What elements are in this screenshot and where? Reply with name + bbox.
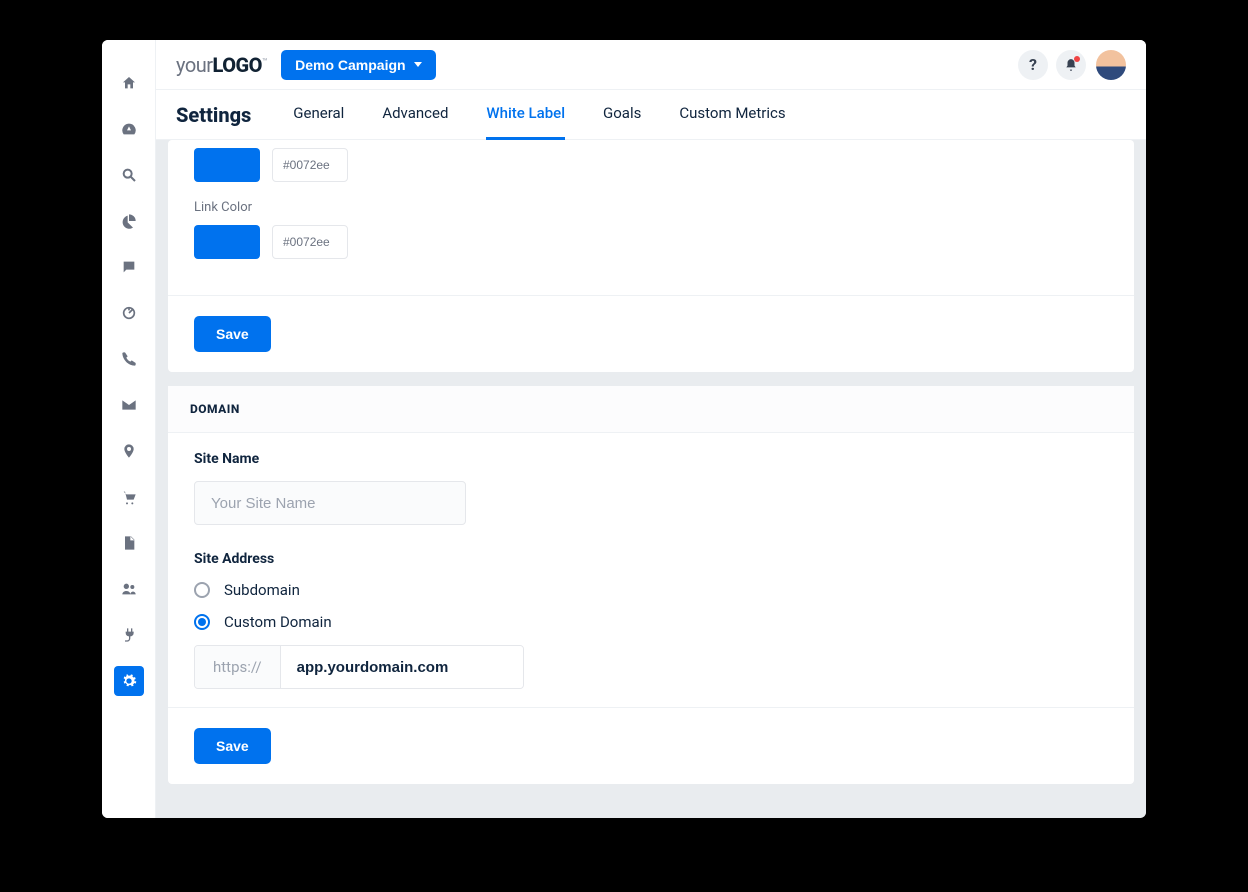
tab-goals[interactable]: Goals [603,90,641,140]
sidebar-item-analytics[interactable] [114,206,144,236]
sidebar-item-target[interactable] [114,298,144,328]
logo-tm: ™ [262,57,267,67]
tabbar: Settings General Advanced White Label Go… [156,90,1146,140]
help-icon: ? [1029,55,1037,74]
campaign-selector-label: Demo Campaign [295,57,405,73]
sidebar-item-chat[interactable] [114,252,144,282]
sidebar-item-dashboard[interactable] [114,114,144,144]
tab-advanced[interactable]: Advanced [382,90,448,140]
protocol-prefix: https:// [195,646,281,688]
sidebar-item-users[interactable] [114,574,144,604]
sidebar-item-search[interactable] [114,160,144,190]
notification-dot [1074,56,1080,62]
colors-card: Link Color Save [168,140,1134,372]
envelope-icon [121,397,137,413]
radio-subdomain[interactable]: Subdomain [194,581,1108,599]
save-domain-button[interactable]: Save [194,728,271,764]
gauge-icon [121,121,137,137]
chat-icon [121,259,137,275]
avatar[interactable] [1096,50,1126,80]
search-icon [121,167,137,183]
gear-icon [121,673,137,689]
pin-icon [121,443,137,459]
domain-input-group: https:// [194,645,524,689]
domain-card: DOMAIN Site Name Site Address Subdomain … [168,386,1134,784]
domain-card-header: DOMAIN [168,386,1134,433]
site-name-label: Site Name [194,451,1108,467]
tab-white-label[interactable]: White Label [486,90,565,140]
home-icon [121,75,137,91]
sidebar-item-cart[interactable] [114,482,144,512]
topbar: yourLOGO™ Demo Campaign ? [156,40,1146,90]
link-color-input[interactable] [272,225,348,259]
app-window: yourLOGO™ Demo Campaign ? Settings Gener… [102,40,1146,818]
sidebar-item-home[interactable] [114,68,144,98]
link-color-swatch[interactable] [194,225,260,259]
sidebar-item-documents[interactable] [114,528,144,558]
logo: yourLOGO™ [176,53,267,77]
campaign-selector[interactable]: Demo Campaign [281,50,435,80]
radio-subdomain-label: Subdomain [224,581,300,599]
chevron-down-icon [414,62,422,67]
domain-input[interactable] [281,646,523,688]
users-icon [121,581,137,597]
primary-color-swatch[interactable] [194,148,260,182]
logo-part1: your [176,53,213,77]
notifications-button[interactable] [1056,50,1086,80]
sidebar-item-integrations[interactable] [114,620,144,650]
main: yourLOGO™ Demo Campaign ? Settings Gener… [156,40,1146,818]
primary-color-input[interactable] [272,148,348,182]
sidebar-item-calls[interactable] [114,344,144,374]
page-title: Settings [176,103,251,127]
sidebar-item-email[interactable] [114,390,144,420]
tab-custom-metrics[interactable]: Custom Metrics [679,90,785,140]
target-icon [121,305,137,321]
help-button[interactable]: ? [1018,50,1048,80]
plug-icon [121,627,137,643]
sidebar [102,40,156,818]
site-name-input[interactable] [194,481,466,525]
content-area: Link Color Save DOMAIN Site Name S [156,140,1146,818]
link-color-label: Link Color [194,200,1108,215]
phone-icon [121,351,137,367]
radio-icon [194,582,210,598]
logo-part2: LOGO [213,53,262,77]
radio-icon [194,614,210,630]
cart-icon [121,489,137,505]
sidebar-item-location[interactable] [114,436,144,466]
document-icon [121,535,137,551]
radio-custom-domain[interactable]: Custom Domain [194,613,1108,631]
sid_item-settings[interactable] [114,666,144,696]
tab-general[interactable]: General [293,90,344,140]
pie-chart-icon [121,213,137,229]
radio-custom-label: Custom Domain [224,613,332,631]
site-address-label: Site Address [194,551,1108,567]
save-colors-button[interactable]: Save [194,316,271,352]
